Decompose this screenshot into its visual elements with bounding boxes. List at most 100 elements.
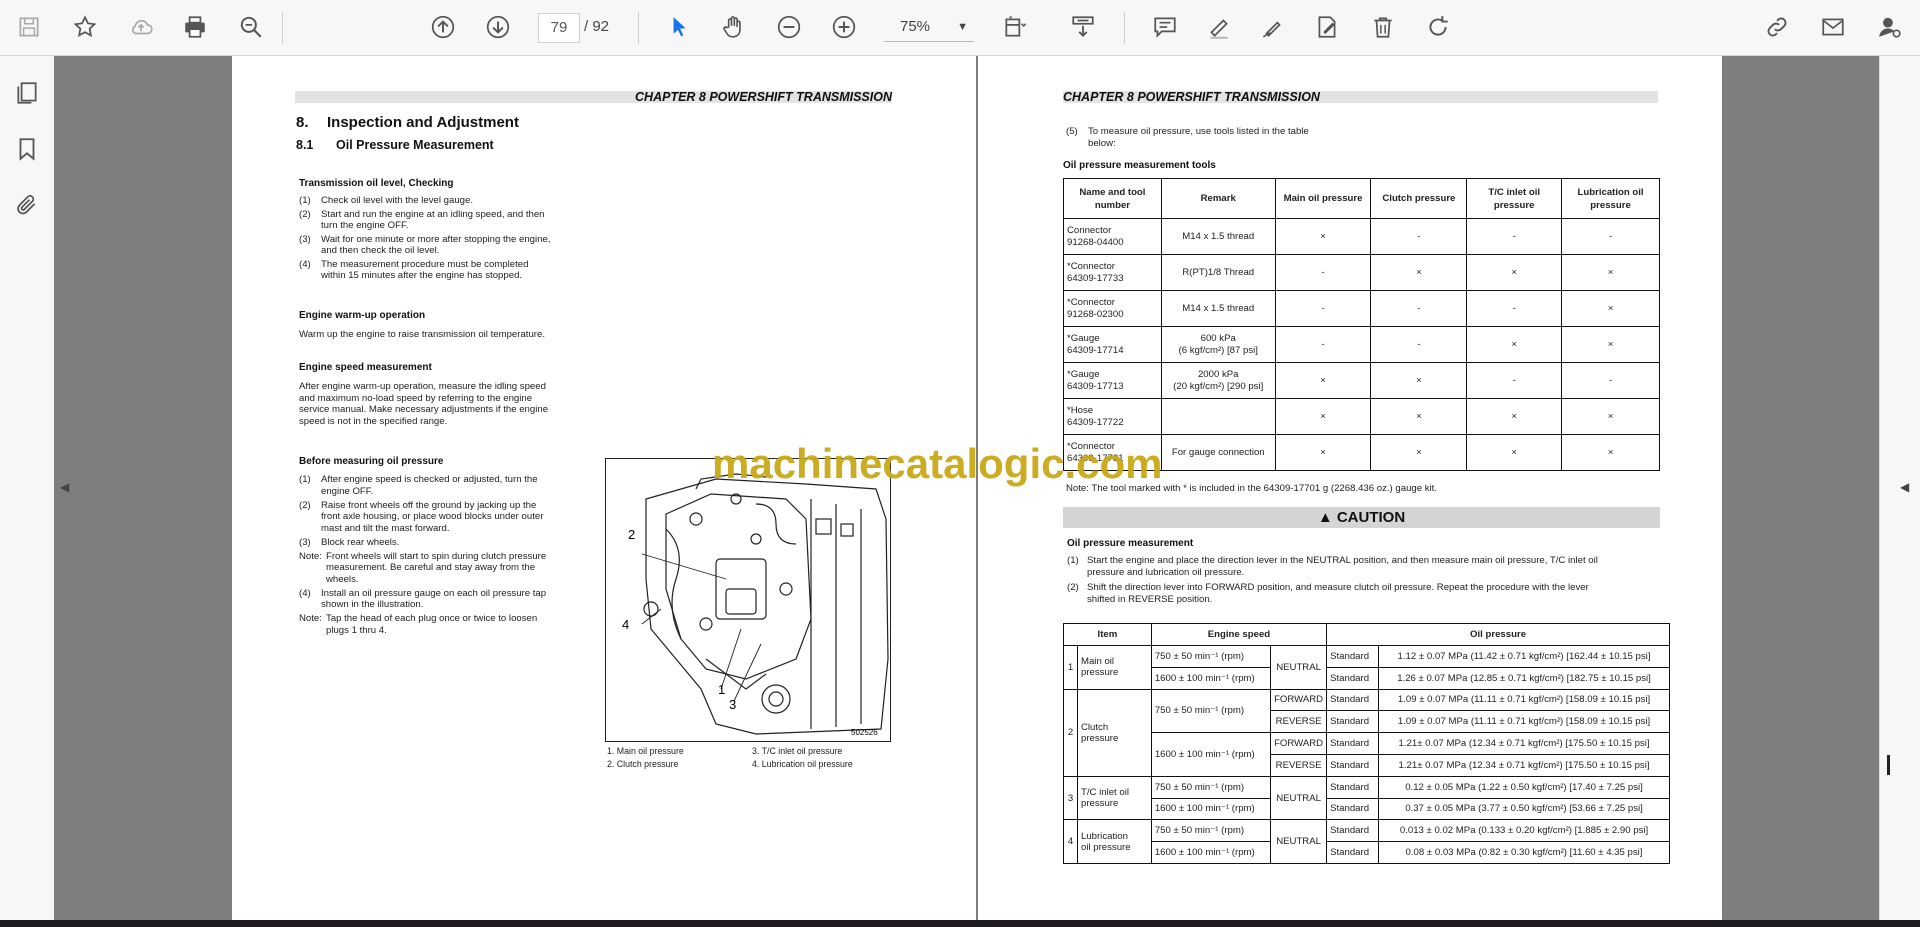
tool-mark: × (1466, 254, 1563, 291)
tool-mark: - (1370, 290, 1468, 327)
zoom-level-select[interactable]: 75% ▼ (884, 13, 974, 42)
bookmark-icon[interactable] (10, 132, 44, 166)
delete-icon[interactable] (1366, 10, 1400, 44)
tool-remark: M14 x 1.5 thread (1160, 290, 1276, 327)
zoom-in-icon[interactable] (827, 10, 861, 44)
spec-row: 3 T/C inlet oil pressure 750 ± 50 min⁻¹ (rp… (1063, 775, 1670, 821)
tool-mark: - (1466, 362, 1563, 399)
caution-banner: ▲ CAUTION (1063, 507, 1660, 528)
tool-mark: × (1370, 398, 1468, 435)
page-number-input[interactable]: 79 (538, 13, 580, 43)
chapter-header-right: CHAPTER 8 POWERSHIFT TRANSMISSION (1063, 91, 1658, 103)
print-icon[interactable] (178, 10, 212, 44)
expand-right-panel-icon[interactable]: ◀ (1900, 480, 1909, 494)
spec-engine-speed: 1600 ± 100 min⁻¹ (rpm) (1150, 732, 1272, 777)
tool-mark: - (1274, 254, 1372, 291)
edit-text-icon[interactable] (1310, 10, 1344, 44)
redo-icon[interactable] (1421, 10, 1455, 44)
tool-mark: × (1370, 362, 1468, 399)
fit-page-icon[interactable] (998, 10, 1032, 44)
item-text: Start and run the engine at an idling sp… (321, 208, 545, 232)
spec-engine-speed: 1600 ± 100 min⁻¹ (rpm) (1150, 666, 1272, 690)
scrollbar-thumb[interactable] (1887, 755, 1890, 775)
spec-header-speed: Engine speed (1150, 623, 1328, 646)
hand-tool-icon[interactable] (716, 10, 750, 44)
comment-icon[interactable] (1148, 10, 1182, 44)
draw-icon[interactable] (1256, 10, 1290, 44)
spec-value: 1.21± 0.07 MPa (12.34 ± 0.71 kgf/cm²) [1… (1378, 732, 1670, 755)
item-text: The measurement procedure must be comple… (321, 258, 529, 282)
scroll-mode-icon[interactable] (1066, 10, 1100, 44)
spec-standard-label: Standard (1326, 841, 1380, 864)
spec-value: 1.21± 0.07 MPa (12.34 ± 0.71 kgf/cm²) [1… (1378, 753, 1670, 777)
collapse-left-panel-icon[interactable]: ◀ (60, 480, 69, 494)
speed-heading: Engine speed measurement (299, 362, 432, 373)
item-text: After engine speed is checked or adjuste… (321, 474, 538, 497)
spec-standard-label: Standard (1326, 819, 1380, 843)
tools-row: Connector 91268-04400 M14 x 1.5 thread × - - - (1063, 218, 1660, 255)
account-icon[interactable] (1872, 10, 1906, 44)
spec-item-number: 1 (1063, 645, 1078, 690)
watermark-text: machinecatalogic.com (712, 440, 1163, 487)
item-text: Start the engine and place the direction… (1087, 555, 1598, 578)
tool-mark: - (1561, 362, 1660, 399)
tool-mark: × (1561, 326, 1660, 363)
spec-standard-label: Standard (1326, 688, 1380, 712)
subsection-title: Oil Pressure Measurement (336, 138, 494, 152)
spec-engine-speed: 1600 ± 100 min⁻¹ (rpm) (1150, 797, 1272, 821)
spec-standard-label: Standard (1326, 775, 1380, 799)
spec-row: 2 Clutch pressure 750 ± 50 min⁻¹ (rpm) FORWA… (1063, 688, 1670, 777)
spec-engine-speed: 750 ± 50 min⁻¹ (rpm) (1150, 645, 1272, 668)
tool-mark: - (1561, 218, 1660, 255)
tool-remark: M14 x 1.5 thread (1160, 218, 1276, 255)
transmission-figure: 2 4 1 3 502526 (605, 458, 891, 742)
tool-mark: × (1370, 434, 1468, 471)
spec-standard-label: Standard (1326, 732, 1380, 755)
spec-lever-position: FORWARD (1270, 688, 1328, 712)
spec-row: 1 Main oil pressure 750 ± 50 min⁻¹ (rpm) NEU… (1063, 645, 1670, 690)
step-text: To measure oil pressure, use tools liste… (1088, 126, 1309, 149)
item-number: Note: (299, 613, 322, 624)
spec-item-name: Lubrication oil pressure (1076, 819, 1152, 864)
tool-name: *Connector 64309-17733 (1063, 254, 1162, 291)
cloud-upload-icon[interactable] (124, 10, 158, 44)
save-icon[interactable] (12, 10, 46, 44)
share-link-icon[interactable] (1760, 10, 1794, 44)
tool-name: Connector 91268-04400 (1063, 218, 1162, 255)
spec-lever-position: REVERSE (1270, 753, 1328, 777)
page-up-icon[interactable] (426, 10, 460, 44)
spec-value: 1.09 ± 0.07 MPa (11.11 ± 0.71 kgf/cm²) [… (1378, 710, 1670, 734)
star-icon[interactable] (68, 10, 102, 44)
page-total: / 92 (584, 18, 610, 35)
highlight-pen-icon[interactable] (1202, 10, 1236, 44)
zoom-search-icon[interactable] (234, 10, 268, 44)
page-down-icon[interactable] (481, 10, 515, 44)
page-thumbnails-icon[interactable] (10, 76, 44, 110)
spec-standard-label: Standard (1326, 710, 1380, 734)
tool-remark: 2000 kPa (20 kgf/cm²) [290 psi] (1160, 362, 1276, 399)
item-number: (1) (1067, 555, 1079, 566)
item-number: (2) (299, 208, 311, 220)
spec-item-name: Clutch pressure (1076, 688, 1152, 777)
item-text: Raise front wheels off the ground by jac… (321, 499, 544, 534)
mail-icon[interactable] (1816, 10, 1850, 44)
item-text: Front wheels will start to spin during c… (326, 550, 547, 585)
tool-mark: × (1561, 290, 1660, 327)
tools-row: *Gauge 64309-17713 2000 kPa (20 kgf/cm²) [2… (1063, 362, 1660, 399)
item-number: (4) (299, 258, 311, 270)
oil-pressure-spec-table: Item Engine speed Oil pressure 1 Main oil pr… (1063, 623, 1670, 864)
tool-mark: - (1370, 326, 1468, 363)
item-text: Shift the direction lever into FORWARD p… (1087, 582, 1589, 605)
item-number: (2) (1067, 582, 1079, 593)
spec-row: 4 Lubrication oil pressure 750 ± 50 min⁻¹ (… (1063, 819, 1670, 864)
spec-engine-speed: 1600 ± 100 min⁻¹ (rpm) (1150, 841, 1272, 864)
item-number: (4) (299, 587, 311, 599)
taskbar-strip (0, 920, 1920, 927)
tool-mark: × (1561, 434, 1660, 471)
attachment-icon[interactable] (10, 188, 44, 222)
before-heading: Before measuring oil pressure (299, 456, 444, 467)
item-text: Block rear wheels. (321, 536, 400, 548)
item-number: (1) (299, 474, 311, 485)
select-cursor-icon[interactable] (662, 10, 696, 44)
zoom-out-icon[interactable] (772, 10, 806, 44)
